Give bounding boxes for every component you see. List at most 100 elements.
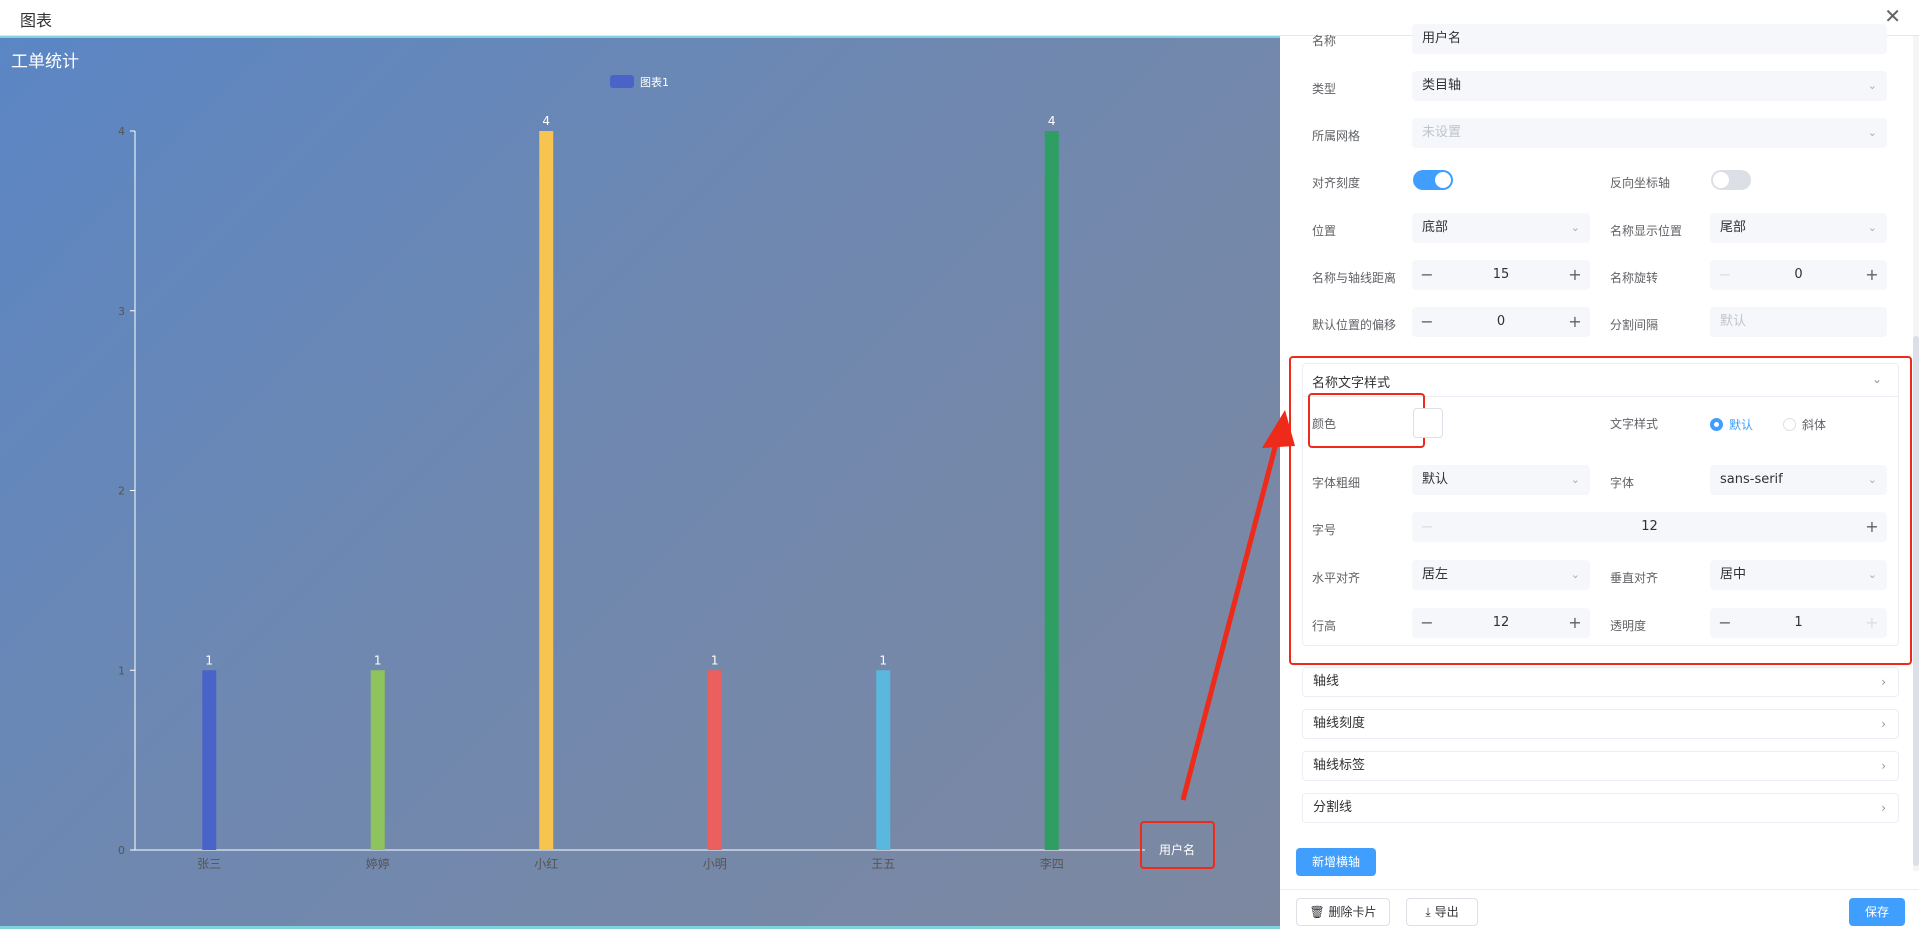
bar-3	[539, 131, 554, 850]
delete-card-label: 删除卡片	[1328, 905, 1377, 919]
collapse-split-line[interactable]: 分割线 ›	[1302, 793, 1899, 823]
y-tick-label: 3	[118, 305, 125, 318]
close-icon[interactable]: ✕	[1884, 4, 1901, 28]
collapse-title: 分割线	[1313, 800, 1353, 815]
font-family-label: 字体	[1610, 476, 1635, 490]
vertical-align-label: 垂直对齐	[1610, 571, 1659, 585]
split-interval-label: 分割间隔	[1610, 318, 1659, 332]
bar-chart: 图表1012341张三1婷婷4小红1小明1王五4李四用户名	[118, 75, 1195, 871]
bar-1	[202, 670, 217, 850]
name-rotate-stepper[interactable]: − 0 +	[1710, 260, 1887, 290]
chevron-down-icon: ⌄	[1867, 79, 1877, 92]
data-label: 1	[374, 653, 382, 667]
align-select[interactable]: 居左 ⌄	[1412, 560, 1590, 590]
radio-italic[interactable]: 斜体	[1783, 416, 1826, 433]
collapse-title: 轴线标签	[1313, 758, 1366, 773]
bar-5	[876, 670, 891, 850]
color-picker[interactable]	[1413, 408, 1443, 438]
grid-label: 所属网格	[1312, 129, 1361, 143]
toggle-knob	[1713, 172, 1729, 188]
font-weight-value: 默认	[1422, 472, 1449, 487]
add-x-axis-button[interactable]: 新增横轴	[1296, 848, 1376, 876]
position-select[interactable]: 底部 ⌄	[1412, 213, 1590, 243]
bar-2	[370, 670, 385, 850]
align-value: 居左	[1422, 567, 1449, 582]
highlight-axis-name	[1140, 821, 1215, 869]
collapse-axis-line[interactable]: 轴线 ›	[1302, 667, 1899, 697]
export-label: 导出	[1434, 905, 1459, 919]
plus-icon[interactable]: +	[1560, 260, 1590, 290]
name-gap-label: 名称与轴线距离	[1312, 271, 1397, 285]
radio-dot	[1783, 418, 1796, 431]
data-label: 4	[542, 114, 550, 128]
x-tick-label: 张三	[197, 857, 221, 871]
save-button[interactable]: 保存	[1849, 898, 1905, 926]
plus-icon[interactable]: +	[1857, 260, 1887, 290]
font-style-label: 文字样式	[1610, 417, 1659, 431]
chevron-down-icon: ⌄	[1570, 473, 1580, 486]
name-rotate-label: 名称旋转	[1610, 271, 1659, 285]
align-ticks-toggle[interactable]	[1413, 170, 1453, 190]
minus-icon[interactable]: −	[1412, 307, 1442, 337]
y-tick-label: 0	[118, 844, 125, 857]
radio-default[interactable]: 默认	[1710, 416, 1753, 433]
chevron-down-icon: ⌄	[1867, 126, 1877, 139]
minus-icon[interactable]: −	[1412, 608, 1442, 638]
color-label: 颜色	[1312, 417, 1337, 431]
axis-type-value: 类目轴	[1422, 78, 1462, 93]
position-label: 位置	[1312, 224, 1337, 238]
chevron-down-icon: ⌄	[1867, 221, 1877, 234]
plus-icon[interactable]: +	[1560, 307, 1590, 337]
line-height-stepper[interactable]: − 12 +	[1412, 608, 1590, 638]
chevron-right-icon: ›	[1881, 759, 1886, 773]
axis-type-select[interactable]: 类目轴 ⌄	[1412, 71, 1887, 101]
name-gap-stepper[interactable]: − 15 +	[1412, 260, 1590, 290]
name-position-select[interactable]: 尾部 ⌄	[1710, 213, 1887, 243]
minus-icon[interactable]: −	[1412, 260, 1442, 290]
x-tick-label: 李四	[1040, 856, 1064, 871]
scrollbar-thumb[interactable]	[1913, 336, 1919, 866]
y-tick-label: 2	[118, 485, 125, 498]
plus-icon[interactable]: +	[1857, 512, 1887, 542]
plus-icon[interactable]: +	[1560, 608, 1590, 638]
minus-icon[interactable]: −	[1710, 260, 1740, 290]
align-ticks-label: 对齐刻度	[1312, 176, 1361, 190]
opacity-value: 1	[1794, 615, 1803, 630]
split-interval-input[interactable]: 默认	[1710, 307, 1887, 337]
collapse-title: 轴线刻度	[1313, 716, 1366, 731]
delete-card-button[interactable]: 🗑 删除卡片	[1296, 898, 1390, 926]
vertical-align-select[interactable]: 居中 ⌄	[1710, 560, 1887, 590]
name-label: 名称	[1312, 34, 1337, 48]
section-title[interactable]: 名称文字样式	[1312, 372, 1390, 391]
minus-icon[interactable]: −	[1412, 512, 1442, 542]
chart-preview: 工单统计 图表1 0 1 2 3 4 1 张三 1 婷婷 4 小红 1 小明 1 王五 4 李四 用户名	[0, 36, 1280, 929]
toggle-knob	[1435, 172, 1451, 188]
chevron-down-icon: ⌄	[1867, 473, 1877, 486]
plus-icon[interactable]: +	[1857, 608, 1887, 638]
font-weight-select[interactable]: 默认 ⌄	[1412, 465, 1590, 495]
font-size-stepper[interactable]: − 12 +	[1412, 512, 1887, 542]
bar-4	[707, 670, 722, 850]
align-label: 水平对齐	[1312, 571, 1361, 585]
x-tick-label: 王五	[871, 857, 895, 871]
name-rotate-value: 0	[1794, 267, 1803, 282]
panel-scrollbar[interactable]	[1913, 36, 1919, 871]
chevron-right-icon: ›	[1881, 717, 1886, 731]
opacity-stepper[interactable]: − 1 +	[1710, 608, 1887, 638]
chevron-down-icon[interactable]: ⌄	[1872, 372, 1882, 386]
font-family-select[interactable]: sans-serif ⌄	[1710, 465, 1887, 495]
offset-stepper[interactable]: − 0 +	[1412, 307, 1590, 337]
y-tick-label: 4	[118, 125, 125, 138]
legend-label: 图表1	[640, 75, 669, 89]
offset-label: 默认位置的偏移	[1312, 318, 1397, 332]
grid-select[interactable]: 未设置 ⌄	[1412, 118, 1887, 148]
collapse-axis-tick[interactable]: 轴线刻度 ›	[1302, 709, 1899, 739]
reverse-axis-label: 反向坐标轴	[1610, 176, 1671, 190]
collapse-axis-label[interactable]: 轴线标签 ›	[1302, 751, 1899, 781]
reverse-axis-toggle[interactable]	[1711, 170, 1751, 190]
x-tick-label: 小红	[534, 856, 558, 871]
type-label: 类型	[1312, 82, 1337, 96]
minus-icon[interactable]: −	[1710, 608, 1740, 638]
export-button[interactable]: ⤓ 导出	[1406, 898, 1478, 926]
axis-name-input[interactable]: 用户名	[1412, 24, 1887, 54]
